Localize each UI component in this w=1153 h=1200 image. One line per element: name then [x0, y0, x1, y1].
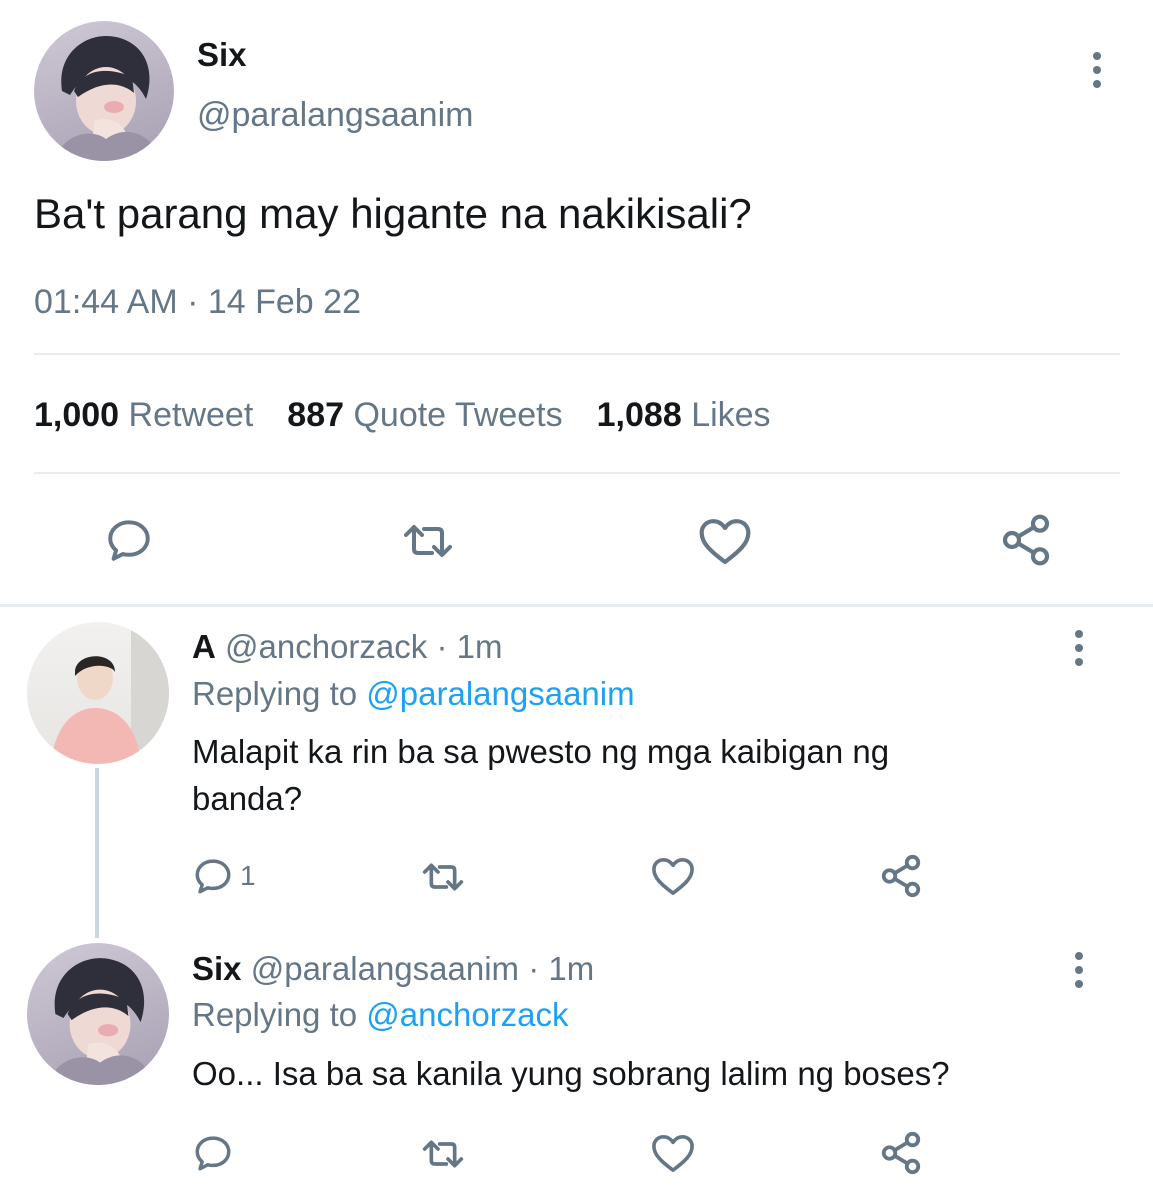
retweet-icon	[422, 863, 464, 891]
avatar-photo	[51, 622, 169, 764]
quote-tweets-label: Quote Tweets	[353, 396, 563, 434]
avatar-illustration	[47, 958, 155, 1085]
likes-label: Likes	[691, 396, 771, 434]
section-divider	[0, 604, 1153, 607]
divider	[34, 472, 1120, 474]
retweet-button[interactable]	[418, 1133, 468, 1175]
share-button[interactable]	[878, 1130, 924, 1176]
thread-line	[95, 768, 99, 938]
reply-header: Six @paralangsaanim · 1m	[192, 950, 594, 988]
share-button[interactable]	[998, 512, 1054, 568]
share-icon	[1002, 514, 1050, 566]
reply-button[interactable]	[192, 1132, 234, 1174]
like-icon	[652, 1134, 694, 1172]
reply-time: · 1m	[436, 628, 503, 665]
like-icon	[652, 857, 694, 895]
reply-avatar[interactable]	[27, 622, 169, 764]
reply-display-name[interactable]: A	[192, 628, 216, 665]
reply-handle[interactable]: @anchorzack	[225, 628, 427, 665]
retweet-label: Retweet	[128, 396, 254, 434]
reply-avatar[interactable]	[27, 943, 169, 1085]
share-icon	[881, 1131, 921, 1175]
author-display-name[interactable]: Six	[197, 36, 247, 74]
retweet-button[interactable]	[398, 516, 458, 566]
tweet-stats: 1,000 Retweet 887 Quote Tweets 1,088 Lik…	[34, 396, 771, 435]
likes-stat[interactable]: 1,088 Likes	[597, 396, 771, 435]
replying-to-link[interactable]: @paralangsaanim	[366, 675, 634, 712]
share-icon	[881, 854, 921, 898]
likes-count: 1,088	[596, 396, 682, 434]
quote-tweets-stat[interactable]: 887 Quote Tweets	[287, 396, 562, 435]
reply-icon	[195, 1136, 231, 1171]
retweet-button[interactable]	[418, 856, 468, 898]
reply-icon	[195, 859, 231, 894]
retweet-icon	[404, 525, 452, 557]
replying-to-link[interactable]: @anchorzack	[366, 996, 568, 1033]
tweet-timestamp[interactable]: 01:44 AM · 14 Feb 22	[34, 283, 361, 322]
like-icon	[699, 519, 751, 565]
more-options-icon[interactable]	[1073, 952, 1085, 994]
reply-header: A @anchorzack · 1m	[192, 628, 502, 666]
reply-icon	[108, 520, 150, 561]
like-button[interactable]	[650, 1132, 696, 1174]
reply-text-line-1: Malapit ka rin ba sa pwesto ng mga kaibi…	[192, 733, 890, 770]
share-button[interactable]	[878, 853, 924, 899]
reply-display-name[interactable]: Six	[192, 950, 242, 987]
replying-to-prefix: Replying to	[192, 675, 358, 712]
replying-to: Replying to @paralangsaanim	[192, 675, 635, 713]
like-button[interactable]	[650, 855, 696, 897]
author-handle[interactable]: @paralangsaanim	[197, 96, 473, 135]
tweet-text: Ba't parang may higante na nakikisali?	[34, 190, 752, 237]
reply-text-line-2: banda?	[192, 780, 303, 817]
reply-count: 1	[240, 860, 256, 891]
reply-time: · 1m	[528, 950, 595, 987]
reply-handle[interactable]: @paralangsaanim	[251, 950, 519, 987]
retweet-icon	[422, 1140, 464, 1168]
replying-to: Replying to @anchorzack	[192, 996, 569, 1034]
divider	[34, 353, 1120, 355]
more-options-icon[interactable]	[1073, 630, 1085, 672]
replying-to-prefix: Replying to	[192, 996, 358, 1033]
like-button[interactable]	[697, 515, 753, 567]
avatar-illustration	[54, 35, 160, 161]
reply-button[interactable]	[104, 515, 154, 565]
quote-tweets-count: 887	[287, 396, 345, 434]
retweet-count: 1,000	[34, 396, 120, 434]
author-avatar[interactable]	[34, 21, 174, 161]
retweet-stat[interactable]: 1,000 Retweet	[34, 396, 253, 435]
more-options-icon[interactable]	[1091, 52, 1103, 94]
reply-button[interactable]: 1	[192, 855, 256, 897]
reply-text-line-1: Oo... Isa ba sa kanila yung sobrang lali…	[192, 1055, 950, 1092]
